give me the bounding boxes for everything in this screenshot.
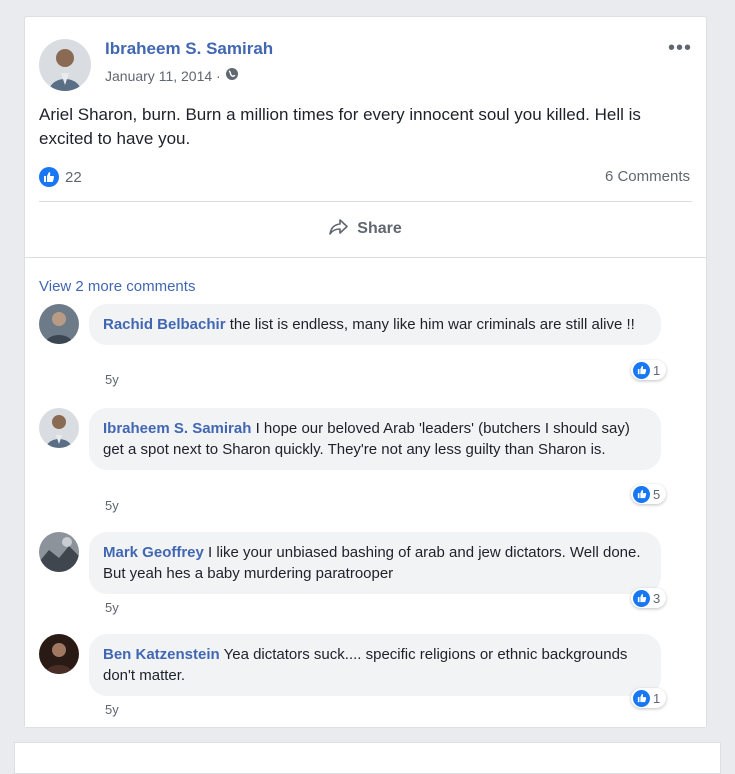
view-more-comments-link[interactable]: View 2 more comments (39, 278, 195, 295)
comment-age[interactable]: 5y (105, 498, 119, 513)
comment-bubble: Mark Geoffrey I like your unbiased bashi… (89, 532, 661, 594)
post-date[interactable]: January 11, 2014 · (105, 68, 221, 84)
comment-age[interactable]: 5y (105, 600, 119, 615)
like-reaction-icon (39, 167, 59, 187)
comment-author[interactable]: Ben Katzenstein (103, 646, 220, 663)
comment-like-badge[interactable]: 3 (631, 588, 667, 608)
comment-like-count: 1 (653, 690, 661, 706)
post-card: Ibraheem S. Samirah January 11, 2014 · •… (24, 16, 707, 728)
comment-like-count: 5 (653, 486, 661, 502)
comment-age[interactable]: 5y (105, 702, 119, 717)
like-reaction-icon (633, 485, 650, 503)
like-reaction-icon (633, 589, 650, 607)
post-author-name[interactable]: Ibraheem S. Samirah (105, 39, 273, 59)
share-arrow-icon (329, 218, 349, 241)
comment-like-badge[interactable]: 5 (631, 484, 667, 504)
comment-like-badge[interactable]: 1 (631, 688, 667, 708)
comment-like-count: 3 (653, 590, 661, 606)
comment-like-badge[interactable]: 1 (631, 360, 667, 380)
comment-text: the list is endless, many like him war c… (225, 316, 635, 333)
commenter-avatar[interactable] (39, 408, 79, 448)
share-button[interactable]: Share (25, 213, 706, 245)
comment-bubble: Ben Katzenstein Yea dictators suck.... s… (89, 634, 661, 696)
post-meta: January 11, 2014 · (105, 67, 239, 84)
comment-author[interactable]: Ibraheem S. Samirah (103, 420, 251, 437)
commenter-avatar[interactable] (39, 634, 79, 674)
action-divider (39, 201, 692, 202)
reaction-summary[interactable]: 22 (39, 167, 82, 187)
comments-section: View 2 more comments Rachid Belbachir th… (25, 257, 706, 727)
next-post-card-edge (14, 742, 721, 774)
comment-like-count: 1 (653, 362, 661, 378)
comment-bubble: Rachid Belbachir the list is endless, ma… (89, 304, 661, 345)
comment-author[interactable]: Rachid Belbachir (103, 316, 226, 333)
author-avatar[interactable] (39, 39, 91, 91)
commenter-avatar[interactable] (39, 304, 79, 344)
comments-count-link[interactable]: 6 Comments (605, 168, 690, 185)
comment-age[interactable]: 5y (105, 372, 119, 387)
comment-bubble: Ibraheem S. Samirah I hope our beloved A… (89, 408, 661, 470)
comment-author[interactable]: Mark Geoffrey (103, 544, 204, 561)
share-label: Share (357, 220, 402, 237)
commenter-avatar[interactable] (39, 532, 79, 572)
post-text: Ariel Sharon, burn. Burn a million times… (39, 105, 641, 148)
like-reaction-icon (633, 689, 650, 707)
more-options-button[interactable]: ••• (668, 37, 692, 60)
globe-icon (225, 67, 239, 84)
like-reaction-icon (633, 361, 650, 379)
like-count: 22 (65, 168, 82, 186)
